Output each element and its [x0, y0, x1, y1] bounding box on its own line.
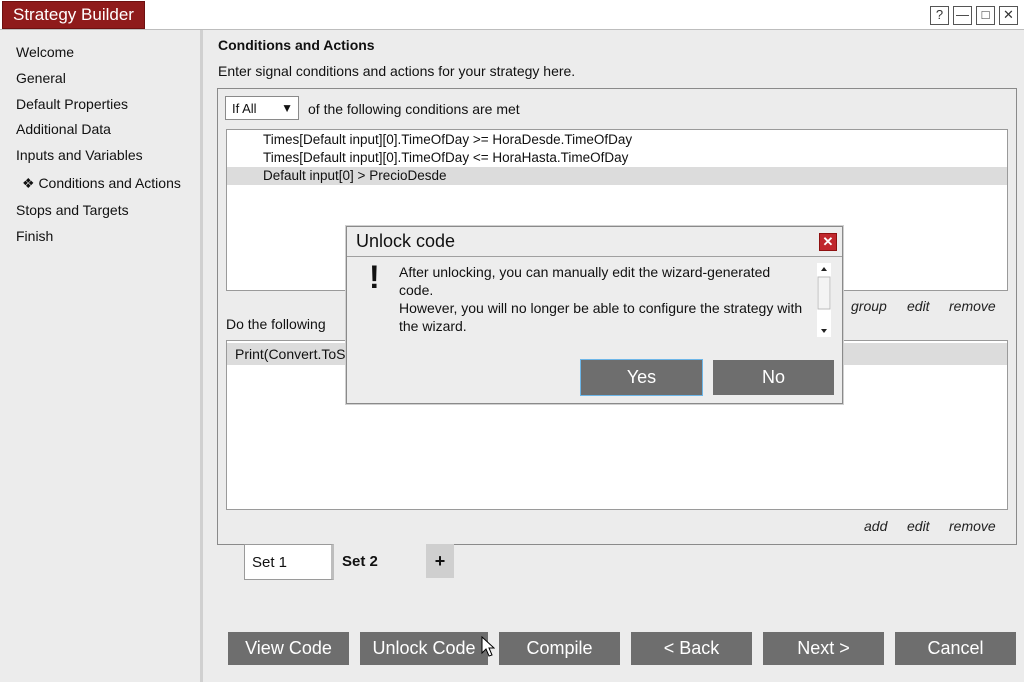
dialog-message-line: However, you will no longer be able to c…: [399, 300, 803, 334]
help-button[interactable]: ?: [930, 6, 949, 25]
page-description: Enter signal conditions and actions for …: [218, 63, 576, 79]
yes-button[interactable]: Yes: [581, 360, 702, 395]
dialog-divider: [347, 256, 842, 257]
edit-action-link[interactable]: edit: [907, 518, 930, 534]
dialog-title: Unlock code: [356, 231, 456, 251]
sidebar-item-stops-and-targets[interactable]: Stops and Targets: [16, 202, 129, 218]
cancel-button[interactable]: Cancel: [895, 632, 1016, 665]
dialog-message: After unlocking, you can manually edit t…: [399, 263, 807, 335]
compile-button[interactable]: Compile: [499, 632, 620, 665]
sidebar-item-finish[interactable]: Finish: [16, 228, 53, 244]
condition-mode-value: If All: [232, 101, 257, 116]
title-bar: Strategy Builder ? — □ ✕: [0, 0, 1024, 30]
next-button[interactable]: Next >: [763, 632, 884, 665]
condition-row-selected[interactable]: Default input[0] > PrecioDesde: [227, 167, 1007, 185]
close-icon[interactable]: ✕: [819, 233, 837, 251]
sidebar-item-welcome[interactable]: Welcome: [16, 44, 74, 60]
chevron-down-icon: ▼: [281, 101, 293, 115]
condition-row[interactable]: Times[Default input][0].TimeOfDay >= Hor…: [227, 131, 1007, 149]
group-condition-link[interactable]: group: [851, 298, 887, 314]
sidebar-item-additional-data[interactable]: Additional Data: [16, 121, 111, 137]
warning-icon: !: [369, 259, 380, 295]
minimize-button[interactable]: —: [953, 6, 972, 25]
actions-label: Do the following: [226, 316, 326, 332]
scroll-thumb: [817, 276, 831, 310]
message-scrollbar[interactable]: [817, 263, 831, 337]
mouse-cursor-icon: [481, 636, 495, 657]
back-button[interactable]: < Back: [631, 632, 752, 665]
unlock-code-button[interactable]: Unlock Code: [360, 632, 488, 665]
page-title: Conditions and Actions: [218, 37, 375, 53]
sidebar-item-inputs-and-variables[interactable]: Inputs and Variables: [16, 147, 143, 163]
no-button[interactable]: No: [713, 360, 834, 395]
condition-row[interactable]: Times[Default input][0].TimeOfDay <= Hor…: [227, 149, 1007, 167]
add-action-link[interactable]: add: [864, 518, 887, 534]
view-code-button[interactable]: View Code: [228, 632, 349, 665]
remove-condition-link[interactable]: remove: [949, 298, 996, 314]
tab-set-2[interactable]: Set 2: [334, 544, 426, 580]
wizard-sidebar: Welcome General Default Properties Addit…: [0, 30, 203, 682]
sidebar-item-general[interactable]: General: [16, 70, 66, 86]
sidebar-item-conditions-and-actions[interactable]: ❖ Conditions and Actions: [22, 175, 181, 192]
maximize-button[interactable]: □: [976, 6, 995, 25]
dialog-message-line: After unlocking, you can manually edit t…: [399, 264, 771, 298]
sidebar-item-default-properties[interactable]: Default Properties: [16, 96, 128, 112]
remove-action-link[interactable]: remove: [949, 518, 996, 534]
condition-mode-select[interactable]: If All ▼: [225, 96, 299, 120]
window-title: Strategy Builder: [2, 1, 145, 29]
condition-mode-label: of the following conditions are met: [308, 101, 520, 117]
tab-set-1[interactable]: Set 1: [244, 544, 334, 580]
unlock-code-dialog: Unlock code ✕ ! After unlocking, you can…: [346, 226, 843, 404]
add-set-button[interactable]: +: [426, 544, 454, 578]
close-window-button[interactable]: ✕: [999, 6, 1018, 25]
edit-condition-link[interactable]: edit: [907, 298, 930, 314]
